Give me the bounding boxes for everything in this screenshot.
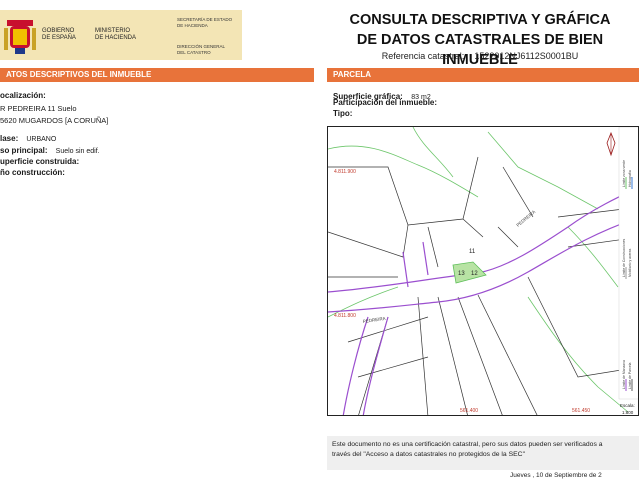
use-value: Suelo sin edif. xyxy=(55,148,100,155)
cadastral-map: 4.811.900 4.811.800 561.400 561.450 11 1… xyxy=(327,126,639,416)
coord-y1: 4.811.900 xyxy=(334,169,356,175)
parcel-number-11: 11 xyxy=(469,249,476,255)
class-label: lase: xyxy=(0,134,19,143)
ministerio-text: MINISTERIO DE HACIENDA xyxy=(95,28,137,41)
construction-year-label: ño construcción: xyxy=(0,168,65,177)
type-label: Tipo: xyxy=(333,109,353,118)
map-drawing: 4.811.900 4.811.800 561.400 561.450 11 1… xyxy=(328,127,638,415)
street-label-2: PEDREIRA xyxy=(362,316,385,324)
left-section-bar: ATOS DESCRIPTIVOS DEL INMUEBLE xyxy=(0,68,314,82)
legend-item-4: Mobiliario y aceras xyxy=(628,248,632,277)
class-row: lase: URBANO xyxy=(0,134,56,143)
use-label: so principal: xyxy=(0,146,48,155)
right-section-bar: PARCELA xyxy=(327,68,639,82)
title-line-1: CONSULTA DESCRIPTIVA Y GRÁFICA xyxy=(349,12,611,28)
reference-value: 1522012NJ6112S0001BU xyxy=(474,51,579,61)
notice-line-2: través del "Acceso a datos catastrales n… xyxy=(332,451,525,458)
parcel-number-13: 13 xyxy=(458,271,465,277)
use-row: so principal: Suelo sin edif. xyxy=(0,146,100,155)
gobierno-text: GOBIERNO DE ESPAÑA xyxy=(42,28,76,41)
participation-label: Participación del inmueble: xyxy=(333,98,438,107)
scale-value: 1:800 xyxy=(622,410,634,415)
legend-item-2: Límite de Parcela xyxy=(628,363,632,389)
coord-x1: 561.400 xyxy=(460,408,478,414)
coord-x2: 561.450 xyxy=(572,408,590,414)
legend-item-3: Límite de Construcciones xyxy=(622,238,626,277)
title-line-2: DE DATOS CATASTRALES DE BIEN INMUEBLE xyxy=(356,32,604,68)
scale-label: Escala: xyxy=(620,403,635,408)
class-value: URBANO xyxy=(26,136,57,143)
location-line-1: R PEDREIRA 11 Suelo xyxy=(0,104,77,113)
coord-y2: 4.811.800 xyxy=(334,313,356,319)
direccion-text: DIRECCIÓN GENERAL DEL CATASTRO xyxy=(177,44,226,55)
built-surface-label: uperficie construida: xyxy=(0,157,80,166)
legend-item-5: Límite zona verde xyxy=(622,160,626,187)
north-arrow-icon xyxy=(606,131,616,157)
location-line-2: 5620 MUGARDOS [A CORUÑA] xyxy=(0,116,109,125)
parcel-number-12: 12 xyxy=(471,271,478,277)
location-label: ocalización: xyxy=(0,91,46,100)
street-label-1: PEDREIRA xyxy=(515,209,536,228)
cadastral-reference: Referencia catastral: 1522012NJ6112S0001B… xyxy=(330,51,630,61)
document-title: CONSULTA DESCRIPTIVA Y GRÁFICA DE DATOS … xyxy=(330,10,630,70)
notice-line-1: Este documento no es una certificación c… xyxy=(332,441,603,448)
reference-label: Referencia catastral: xyxy=(381,51,465,61)
verification-notice: Este documento no es una certificación c… xyxy=(327,436,639,470)
footer-date: Jueves , 10 de Septiembre de 2 xyxy=(510,472,602,479)
legend-item-6: Hidrografía xyxy=(628,170,632,187)
secretaria-text: SECRETARÍA DE ESTADO DE HACIENDA xyxy=(177,17,233,28)
spain-crest-icon xyxy=(4,20,36,54)
legend-item-1: Límite de Manzana xyxy=(622,360,626,389)
